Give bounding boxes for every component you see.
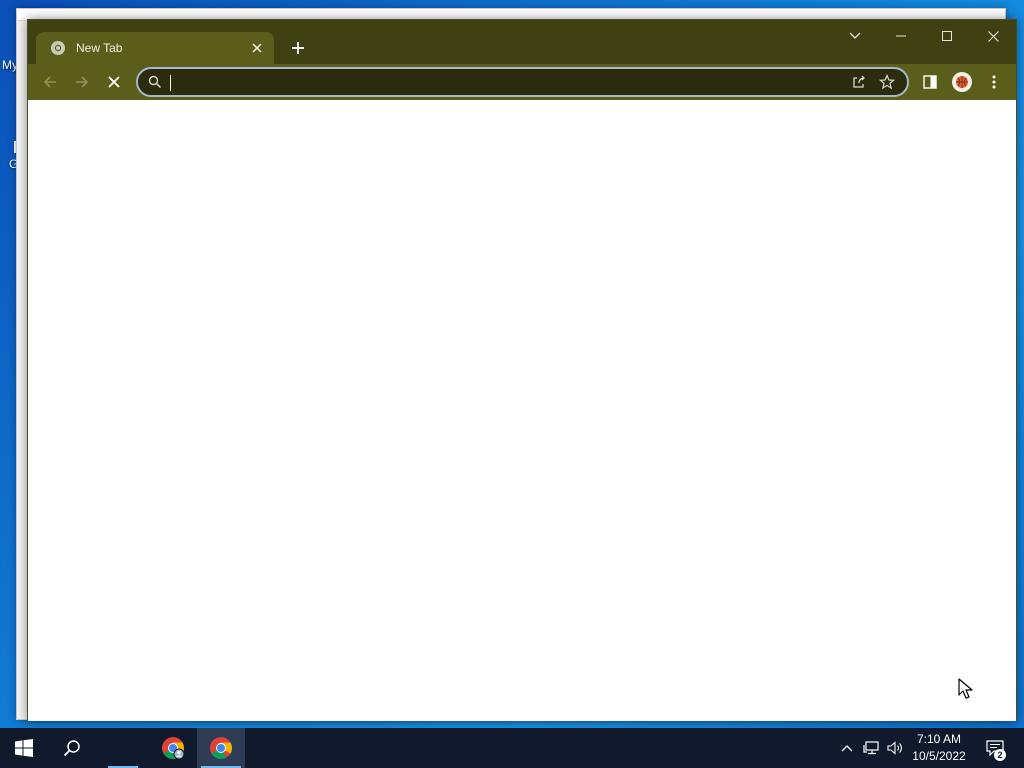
maximize-icon[interactable] (924, 20, 970, 52)
profile-button[interactable] (948, 68, 976, 96)
taskbar: 7:10 AM 10/5/2022 (0, 728, 1024, 768)
text-caret (170, 75, 171, 91)
chrome-icon[interactable] (197, 728, 245, 768)
avatar (952, 72, 972, 92)
window-controls (832, 20, 1016, 52)
volume-icon[interactable] (884, 728, 906, 768)
clock-date: 10/5/2022 (912, 749, 966, 763)
kebab-menu-icon[interactable] (980, 68, 1008, 96)
side-panel-icon[interactable] (916, 68, 944, 96)
search-icon (148, 75, 162, 89)
tab-strip: New Tab (28, 20, 1016, 64)
tab-new-tab[interactable]: New Tab (36, 32, 274, 64)
omnibox[interactable] (136, 67, 909, 97)
search-icon[interactable] (48, 728, 96, 768)
mouse-cursor (958, 678, 973, 699)
address-bar-input[interactable] (170, 70, 845, 94)
star-icon[interactable] (873, 69, 901, 95)
chrome-icon[interactable] (150, 728, 196, 768)
minimize-icon[interactable] (878, 20, 924, 52)
clock-time: 7:10 AM (916, 732, 962, 746)
chevron-up-icon[interactable] (836, 728, 858, 768)
browser-window: New Tab (27, 19, 1017, 721)
page-content[interactable] (28, 100, 1016, 721)
chrome-newtab-icon (50, 40, 66, 56)
windows-start-icon[interactable] (0, 728, 48, 768)
stop-icon[interactable] (100, 68, 128, 96)
tab-title: New Tab (76, 41, 123, 55)
browser-toolbar (28, 64, 1016, 100)
taskbar-clock[interactable]: 7:10 AM 10/5/2022 (904, 728, 974, 768)
notification-center-icon[interactable] (980, 728, 1010, 768)
arrow-left-icon[interactable] (36, 68, 64, 96)
close-icon[interactable] (248, 39, 266, 57)
taskbar-item-background-window[interactable] (104, 728, 142, 768)
share-icon[interactable] (845, 69, 873, 95)
network-icon[interactable] (860, 728, 882, 768)
notification-count-badge: 2 (994, 749, 1006, 761)
chevron-down-icon[interactable] (832, 20, 878, 52)
close-icon[interactable] (970, 20, 1016, 52)
arrow-right-icon[interactable] (68, 68, 96, 96)
plus-icon[interactable] (286, 36, 310, 60)
